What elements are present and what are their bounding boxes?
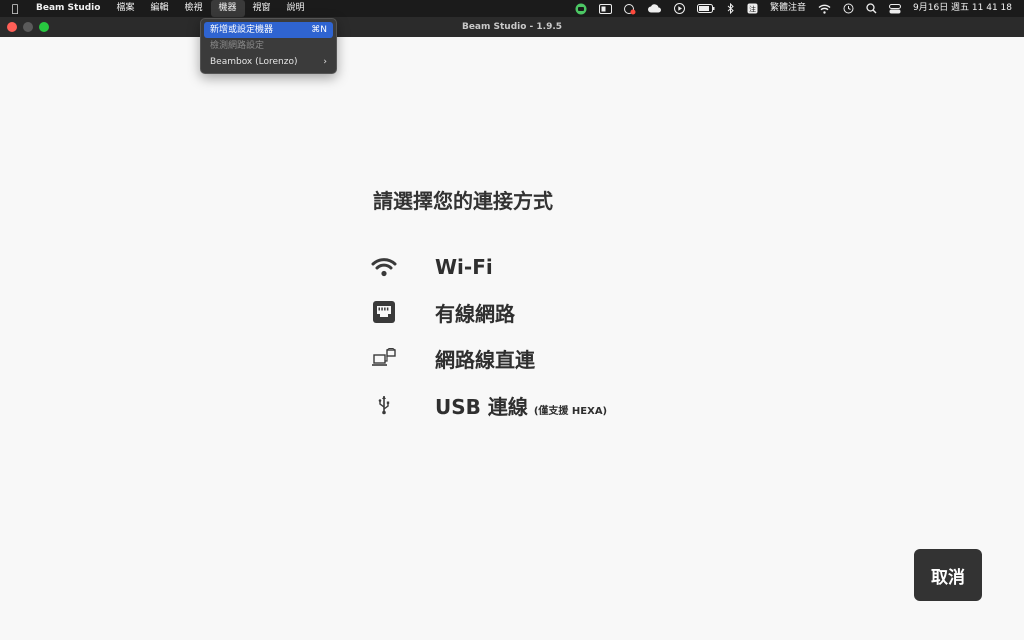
option-label: Wi-Fi xyxy=(435,255,493,279)
wifi-icon xyxy=(370,253,398,281)
connection-option-usb[interactable]: USB 連線 (僅支援 HEXA) xyxy=(370,390,607,420)
menu-item-label: Beambox (Lorenzo) xyxy=(210,57,298,67)
usb-support-note: (僅支援 HEXA) xyxy=(533,405,608,417)
connection-option-wifi[interactable]: Wi-Fi xyxy=(370,252,493,282)
clock[interactable]: 9月16日 週五 11 41 18 xyxy=(907,0,1018,17)
machine-dropdown-menu: 新增或設定機器 ⌘N 檢測網路設定 Beambox (Lorenzo) › xyxy=(200,18,337,74)
menu-item-beambox[interactable]: Beambox (Lorenzo) › xyxy=(204,54,333,70)
play-circle-icon[interactable] xyxy=(668,3,691,14)
control-center-icon[interactable] xyxy=(883,3,907,14)
submenu-chevron-icon: › xyxy=(323,57,327,67)
ethernet-port-icon xyxy=(370,298,398,326)
menu-item-shortcut: ⌘N xyxy=(311,25,327,35)
menu-app-name[interactable]: Beam Studio xyxy=(30,0,108,17)
menu-item-label: 新增或設定機器 xyxy=(210,25,274,35)
menu-view[interactable]: 檢視 xyxy=(176,0,210,17)
time-machine-icon[interactable] xyxy=(837,3,860,14)
option-label: USB 連線 (僅支援 HEXA) xyxy=(435,391,607,420)
menu-item-network-check[interactable]: 檢測網路設定 xyxy=(204,38,333,54)
window-title: Beam Studio - 1.9.5 xyxy=(461,22,563,32)
spotlight-search-icon[interactable] xyxy=(860,3,883,14)
menu-edit[interactable]: 編輯 xyxy=(142,0,176,17)
usb-icon xyxy=(370,391,398,419)
menu-item-add-machine[interactable]: 新增或設定機器 ⌘N xyxy=(204,22,333,38)
cloud-icon[interactable] xyxy=(642,4,668,13)
direct-connect-icon xyxy=(370,344,398,372)
svg-text:注: 注 xyxy=(749,4,756,13)
line-app-icon[interactable] xyxy=(569,3,593,15)
wifi-status-icon[interactable] xyxy=(812,4,837,14)
status-area: 注 繁體注音 9月16日 週五 11 41 18 xyxy=(569,0,1024,17)
bluetooth-icon[interactable] xyxy=(721,3,741,14)
menu-item-label: 檢測網路設定 xyxy=(210,41,265,51)
cc-record-icon[interactable] xyxy=(618,3,642,15)
page-title: 請選擇您的連接方式 xyxy=(373,189,553,213)
cancel-button[interactable]: 取消 xyxy=(914,549,982,601)
option-label: 有線網路 xyxy=(435,301,515,326)
battery-icon[interactable] xyxy=(691,4,721,13)
connection-option-wired[interactable]: 有線網路 xyxy=(370,297,515,327)
menu-window[interactable]: 視窗 xyxy=(245,0,279,17)
menu-file[interactable]: 檔案 xyxy=(108,0,142,17)
menubar:  Beam Studio 檔案 編輯 檢視 機器 視窗 說明 注 繁體注音 xyxy=(0,0,1024,17)
menu-help[interactable]: 說明 xyxy=(279,0,313,17)
menu-machine[interactable]: 機器 xyxy=(210,0,245,17)
input-method-icon[interactable]: 注 xyxy=(741,3,764,14)
connection-option-direct[interactable]: 網路線直連 xyxy=(370,343,535,373)
apple-menu-icon[interactable]:  xyxy=(0,2,30,15)
option-label: 網路線直連 xyxy=(435,347,535,372)
window-titlebar: Beam Studio - 1.9.5 xyxy=(0,17,1024,37)
input-method-label[interactable]: 繁體注音 xyxy=(764,0,812,17)
usb-label-text: USB 連線 xyxy=(435,394,528,419)
display-icon[interactable] xyxy=(593,3,618,14)
